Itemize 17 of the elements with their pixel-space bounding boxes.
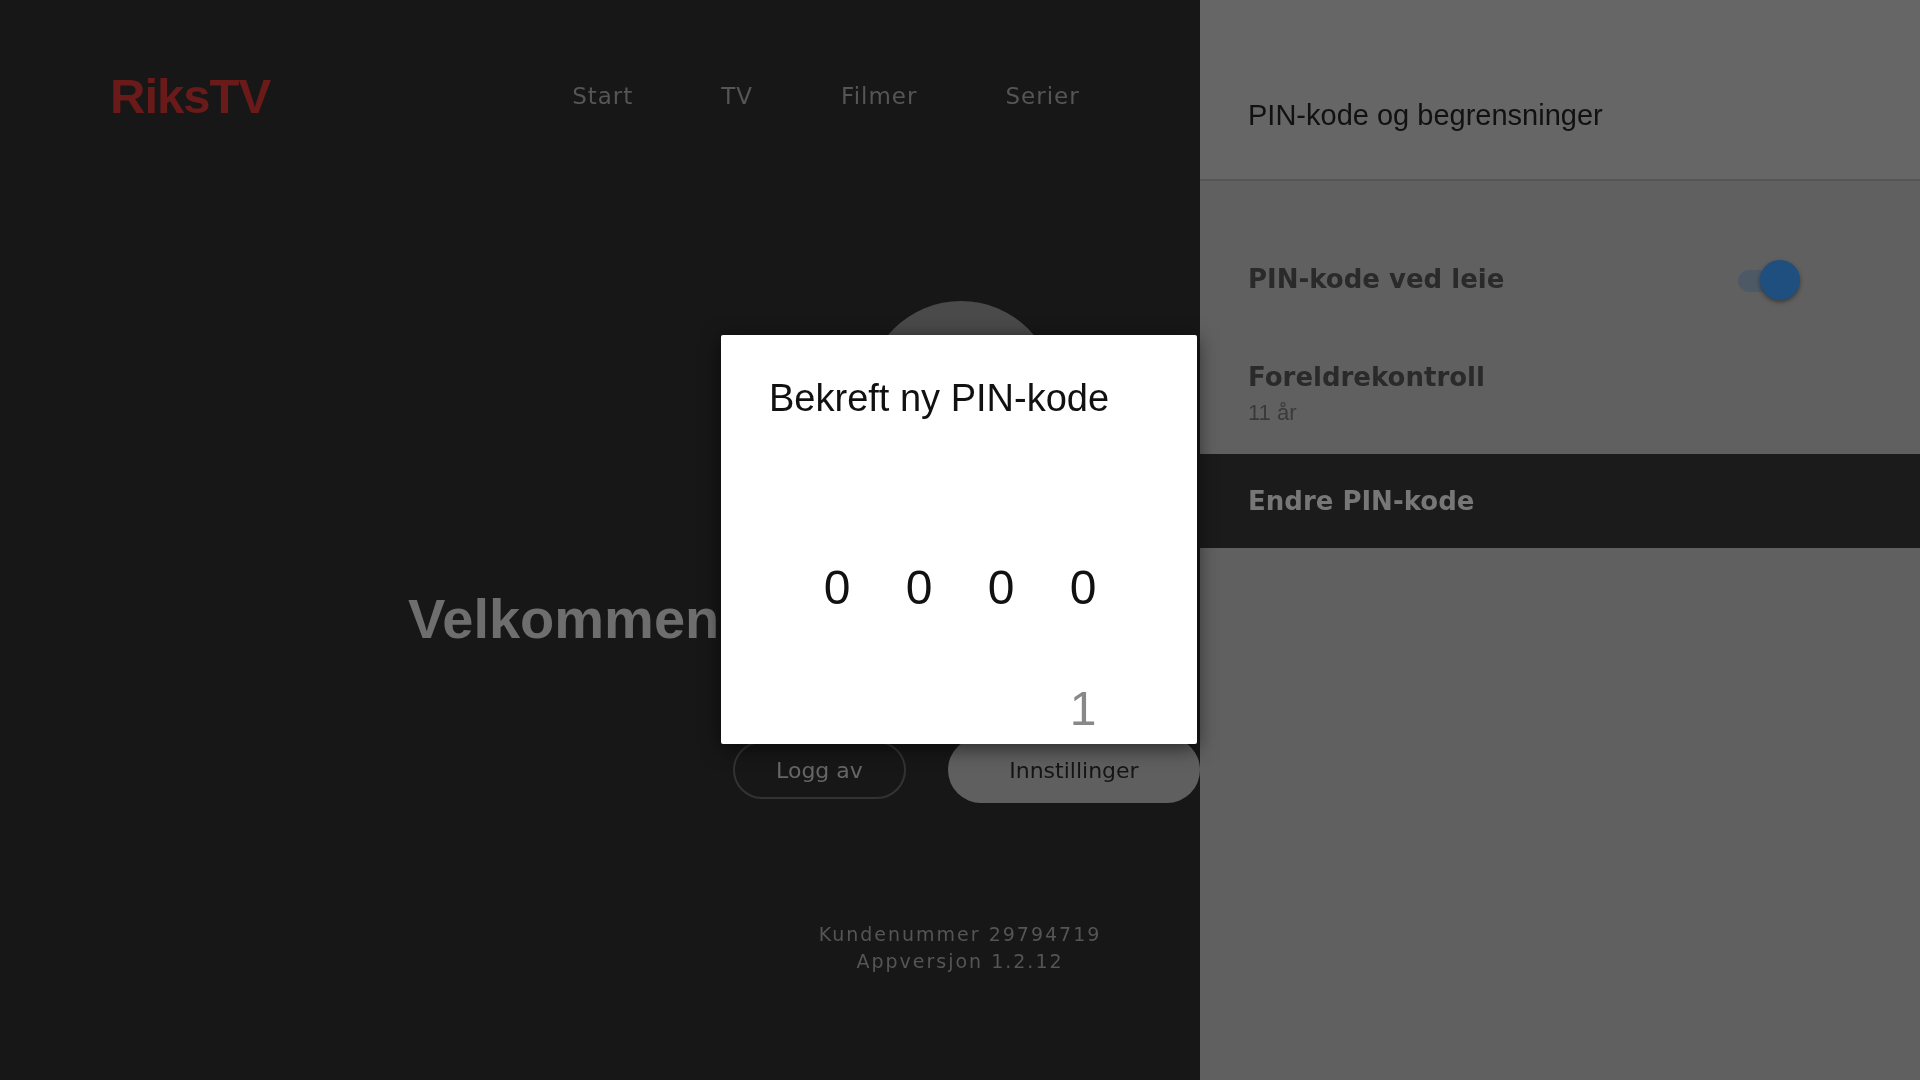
nav-item[interactable]: Start: [572, 83, 634, 109]
footer-text: Appversjon 1.2.12: [856, 949, 1064, 974]
next-digit: 1: [1069, 681, 1097, 737]
footer-text: Kundenummer 29794719: [818, 922, 1102, 947]
welcome-heading: Velkommen: [408, 591, 721, 647]
item-label: Endre PIN-kode: [1248, 486, 1476, 516]
dialog-title: Bekreft ny PIN-kode: [769, 377, 1111, 420]
pin-digit[interactable]: 0: [987, 560, 1015, 616]
nav-item[interactable]: Filmer: [841, 83, 918, 109]
settings-item[interactable]: Endre PIN-kode: [1200, 454, 1920, 548]
nav-item[interactable]: Serier: [1005, 83, 1080, 109]
nav-item[interactable]: TV: [721, 83, 754, 109]
pin-digit[interactable]: 0: [905, 560, 933, 616]
pin-digit[interactable]: 0: [1069, 560, 1097, 616]
panel-title: PIN-kode og begrensninger: [1248, 99, 1603, 132]
pin-digit[interactable]: 0: [823, 560, 851, 616]
logo: RiksTV: [110, 68, 271, 124]
